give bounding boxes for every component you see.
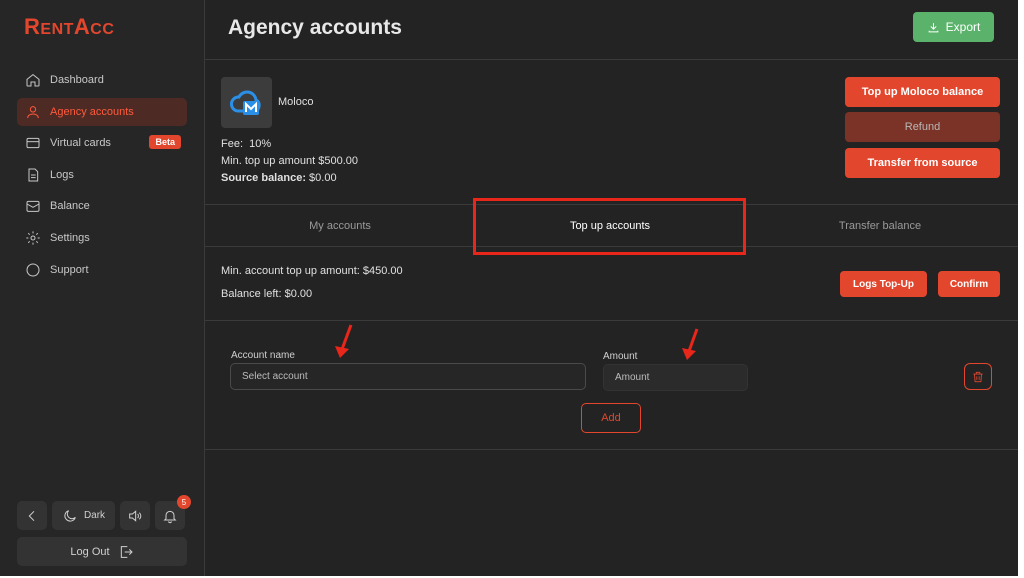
export-label: Export [945, 20, 981, 34]
balance-left: Balance left: $0.00 [221, 288, 313, 300]
sidebar-item-label: Support [50, 263, 89, 276]
sidebar-nav: Dashboard Agency accounts Virtual cards … [17, 66, 187, 287]
refund-button[interactable]: Refund [845, 112, 1000, 142]
logout-button[interactable]: Log Out [17, 537, 187, 566]
logout-icon [120, 545, 133, 558]
sidebar-item-label: Agency accounts [50, 105, 134, 118]
page-title: Agency accounts [228, 16, 402, 39]
download-icon [928, 22, 938, 32]
tab-bar: My accounts Top up accounts Transfer bal… [205, 198, 1018, 255]
sidebar-item-agency-accounts[interactable]: Agency accounts [17, 97, 187, 126]
sidebar-item-virtual-cards[interactable]: Virtual cards Beta [17, 129, 187, 157]
logo: R ENT A CC [24, 14, 114, 40]
logo-letter-a: A [73, 14, 91, 39]
amount-input[interactable] [603, 364, 748, 391]
trash-icon [973, 371, 983, 382]
page-header: Agency accounts Export [205, 0, 1018, 60]
topup-form: Account name Amount Add [205, 321, 1018, 450]
app-window: R ENT A CC Dashboard Agency accounts Virtua… [0, 0, 1018, 576]
source-panel: Moloco Fee: 10% Min. top up amount $500.… [205, 60, 1018, 205]
moloco-logo-icon [229, 90, 261, 115]
annotation-arrow-account [335, 324, 353, 358]
sidebar-controls: Dark 5 [17, 495, 191, 530]
moloco-logo [221, 77, 272, 128]
chat-icon [24, 261, 42, 279]
export-button[interactable]: Export [913, 12, 994, 42]
top-up-moloco-balance-button[interactable]: Top up Moloco balance [845, 77, 1000, 107]
sidebar-item-label: Dashboard [50, 74, 104, 86]
source-balance-row: Source balance: $0.00 [221, 172, 337, 184]
notifications-button[interactable]: 5 [155, 495, 191, 530]
sidebar-item-settings[interactable]: Settings [17, 224, 187, 252]
confirm-button[interactable]: Confirm [938, 271, 1000, 297]
source-balance-value: $0.00 [309, 172, 337, 184]
fee-label: Fee: [221, 138, 244, 150]
topup-summary: Min. account top up amount: $450.00 Bala… [205, 247, 1018, 321]
card-icon [24, 134, 42, 152]
bell-icon [163, 510, 177, 523]
logs-top-up-button[interactable]: Logs Top-Up [840, 271, 927, 297]
document-icon [24, 166, 42, 184]
speaker-icon [129, 509, 142, 522]
sidebar: R ENT A CC Dashboard Agency accounts Virtua… [0, 0, 205, 576]
logo-letters-cc: CC [90, 21, 115, 38]
sidebar-item-label: Logs [50, 168, 74, 181]
source-name: Moloco [278, 96, 314, 108]
sidebar-item-label: Balance [50, 200, 90, 213]
user-icon [24, 103, 42, 121]
main-content: Agency accounts Export Moloco Fee: 10% M… [205, 0, 1018, 576]
tab-transfer-balance[interactable]: Transfer balance [745, 205, 1015, 246]
beta-badge: Beta [149, 135, 181, 150]
theme-label: Dark [83, 510, 106, 521]
sidebar-item-balance[interactable]: Balance [17, 192, 187, 220]
account-name-select[interactable] [230, 363, 586, 390]
sidebar-item-label: Virtual cards [50, 137, 111, 150]
gear-icon [24, 229, 42, 247]
sound-toggle-button[interactable] [120, 501, 150, 530]
delete-row-button[interactable] [964, 363, 992, 390]
wallet-icon [24, 197, 42, 215]
fee-value: 10% [249, 138, 272, 150]
add-row-button[interactable]: Add [581, 403, 641, 433]
logo-letters-ent: ENT [40, 21, 74, 38]
min-topup-amount: Min. top up amount $500.00 [221, 155, 358, 167]
logout-label: Log Out [70, 545, 110, 558]
collapse-sidebar-button[interactable] [17, 501, 47, 530]
sidebar-item-dashboard[interactable]: Dashboard [17, 66, 187, 94]
transfer-from-source-button[interactable]: Transfer from source [845, 148, 1000, 178]
source-balance-label: Source balance: [221, 172, 306, 184]
sidebar-item-logs[interactable]: Logs [17, 161, 187, 189]
notification-count-badge: 5 [177, 495, 191, 509]
min-account-topup: Min. account top up amount: $450.00 [221, 265, 403, 277]
moon-icon [64, 509, 76, 522]
account-name-label: Account name [231, 350, 295, 361]
logo-letter-r: R [24, 14, 41, 39]
amount-label: Amount [603, 351, 638, 362]
tab-my-accounts[interactable]: My accounts [205, 205, 475, 246]
chevron-left-icon [28, 510, 35, 521]
annotation-arrow-amount [682, 328, 699, 360]
theme-toggle-button[interactable]: Dark [52, 501, 115, 530]
home-icon [24, 71, 42, 89]
sidebar-item-label: Settings [50, 231, 90, 244]
sidebar-item-support[interactable]: Support [17, 256, 187, 284]
fee-row: Fee: 10% [221, 138, 271, 150]
